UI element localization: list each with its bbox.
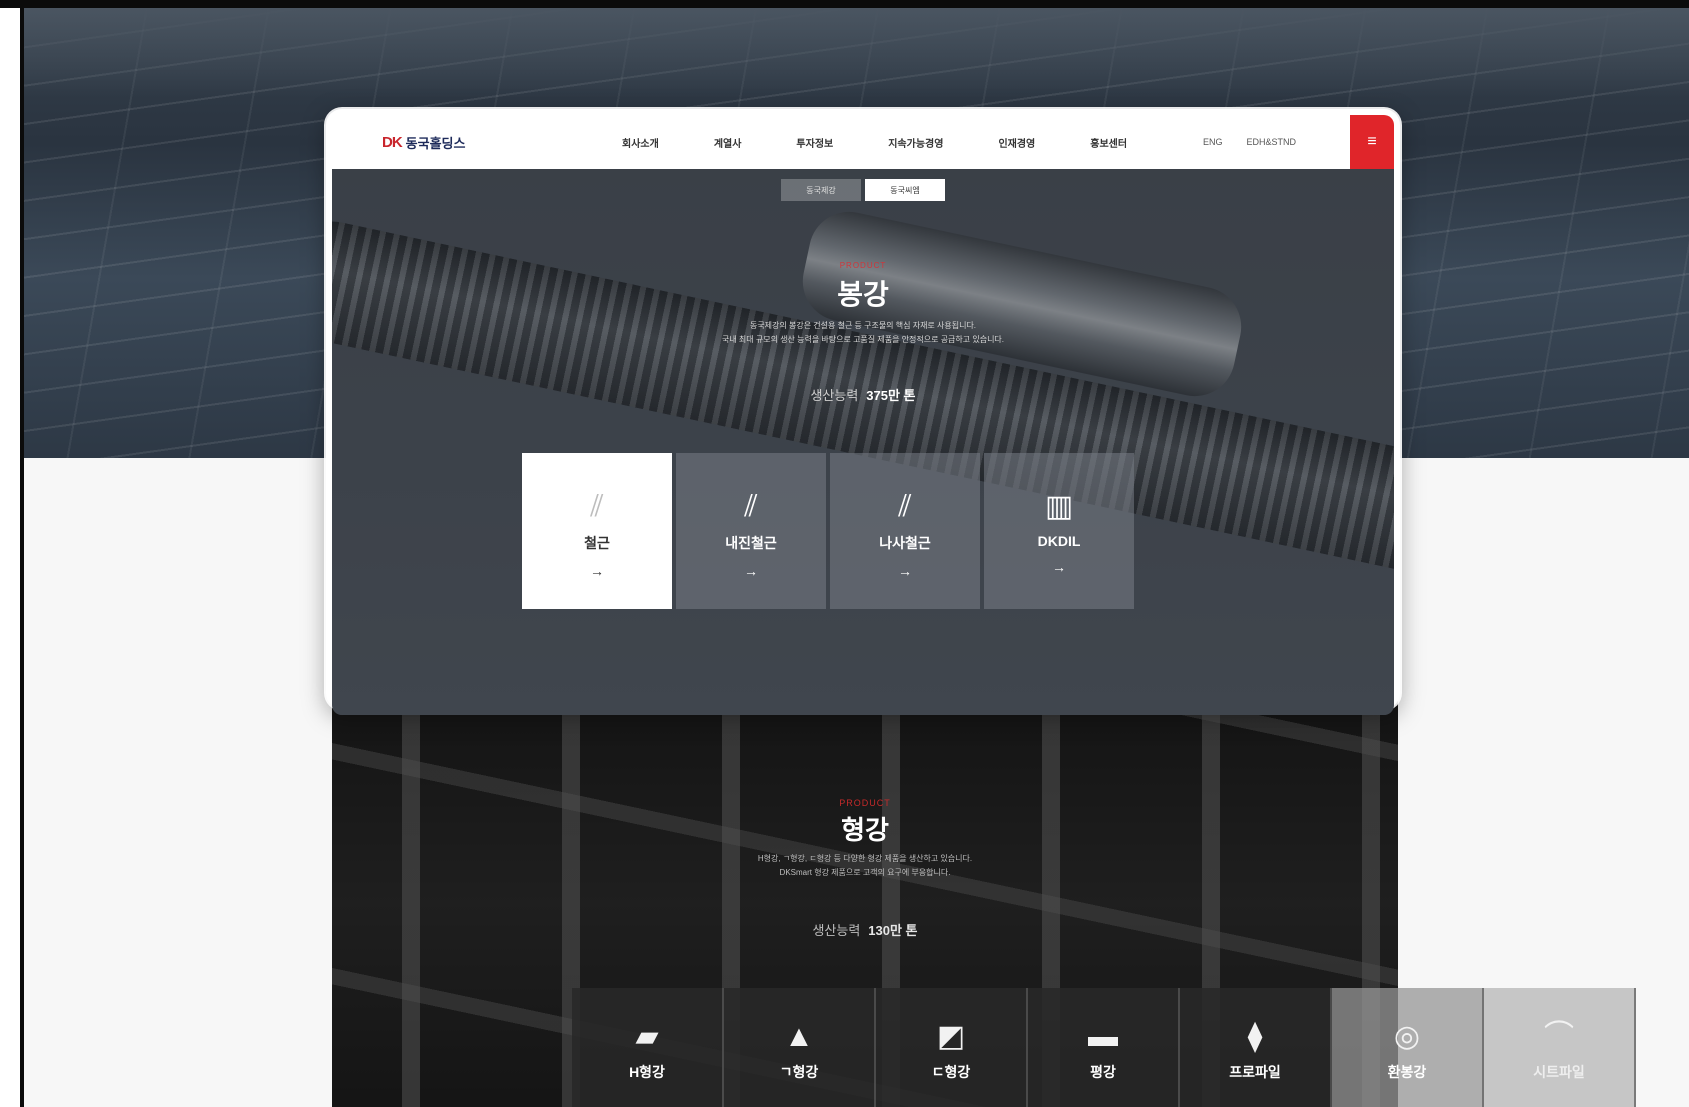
product-card-flat-bar[interactable]: ▬ 평강	[1028, 988, 1180, 1107]
nav-item-careers[interactable]: 인재경영	[998, 135, 1035, 150]
language-links: ENG EDH&STND	[1179, 115, 1296, 169]
capacity-value: 130만 톤	[868, 923, 918, 938]
product-card-screw-rebar[interactable]: ⫽ 나사철근 →	[830, 453, 980, 609]
product-card-seismic-rebar[interactable]: ⫽ 내진철근 →	[676, 453, 826, 609]
site-header: DK 동국홀딩스 회사소개 계열사 투자정보 지속가능경영 인재경영 홍보센터 …	[332, 115, 1394, 169]
description-line: H형강, ㄱ형강, ㄷ형강 등 다양한 형강 제품을 생산하고 있습니다.	[757, 854, 973, 863]
company-tabs: 동국제강 동국씨엠	[332, 179, 1394, 201]
hero-overlay	[332, 169, 1394, 715]
section-title: 형강	[841, 815, 889, 845]
screw-rebar-icon: ⫽	[898, 490, 912, 523]
nav-item-investors[interactable]: 투자정보	[796, 135, 833, 150]
product-label: 나사철근	[879, 535, 931, 551]
sheet-pile-icon: ⌒	[1544, 1020, 1574, 1053]
nav-item-sustainability[interactable]: 지속가능경영	[888, 135, 943, 150]
product-card-h-beam[interactable]: ▰ H형강	[572, 988, 724, 1107]
round-bar-icon: ◎	[1393, 1020, 1421, 1053]
menu-button[interactable]: ≡	[1350, 115, 1394, 169]
product-card-channel-steel[interactable]: ◩ ㄷ형강	[876, 988, 1028, 1107]
lang-eng-link[interactable]: ENG	[1203, 137, 1223, 147]
arrow-right-icon: →	[898, 563, 912, 579]
logo-mark: DK	[382, 133, 403, 151]
hero-title: 봉강	[837, 279, 889, 310]
product-label: 내진철근	[725, 535, 777, 551]
browser-preview-card: DK 동국홀딩스 회사소개 계열사 투자정보 지속가능경영 인재경영 홍보센터 …	[326, 109, 1400, 715]
product-label: DKDIL	[1037, 533, 1081, 549]
arrow-right-icon: →	[590, 563, 604, 579]
channel-steel-icon: ◩	[936, 1020, 966, 1053]
capacity-text: 생산능력 130만 톤	[332, 920, 1398, 939]
nav-item-affiliates[interactable]: 계열사	[714, 135, 742, 150]
product-label: ㄷ형강	[931, 1064, 971, 1080]
capacity-text: 생산능력 375만 톤	[332, 385, 1394, 404]
section-description: H형강, ㄱ형강, ㄷ형강 등 다양한 형강 제품을 생산하고 있습니다. DK…	[332, 852, 1398, 880]
arrow-right-icon: →	[1052, 559, 1066, 575]
product-label: 환봉강	[1387, 1064, 1427, 1080]
product-card-rebar[interactable]: ⫽ 철근 →	[522, 453, 672, 609]
site-logo[interactable]: DK 동국홀딩스	[382, 133, 465, 152]
hero-description: 동국제강의 봉강은 건설용 철근 등 구조물의 핵심 자재로 사용됩니다. 국내…	[332, 319, 1394, 347]
capacity-value: 375만 톤	[866, 388, 916, 403]
rebar-icon: ⫽	[590, 490, 604, 523]
shape-steel-product-list: ▰ H형강 ▲ ㄱ형강 ◩ ㄷ형강 ▬ 평강 ⧫ 프로파일 ◎ 환봉강 ⌒ 시트…	[572, 988, 1636, 1107]
product-card-coil[interactable]: ▥ DKDIL →	[984, 453, 1134, 609]
capacity-label: 생산능력	[812, 923, 861, 938]
product-label: 평강	[1090, 1064, 1116, 1080]
seismic-rebar-icon: ⫽	[744, 490, 758, 523]
hero-eyebrow: PRODUCT	[839, 261, 887, 270]
nav-item-company[interactable]: 회사소개	[622, 135, 659, 150]
product-card-round-bar[interactable]: ◎ 환봉강	[1332, 988, 1484, 1107]
coil-icon: ▥	[1044, 490, 1074, 523]
bar-steel-hero: 동국제강 동국씨엠 PRODUCT 봉강 동국제강의 봉강은 건설용 철근 등 …	[332, 169, 1394, 715]
tab-dongkuk-cm[interactable]: 동국씨엠	[865, 179, 945, 201]
logo-text: 동국홀딩스	[405, 135, 466, 151]
frame-top-border	[0, 0, 1689, 8]
description-line: 국내 최대 규모의 생산 능력을 바탕으로 고품질 제품을 안정적으로 공급하고…	[721, 335, 1005, 344]
product-card-angle-steel[interactable]: ▲ ㄱ형강	[724, 988, 876, 1107]
description-line: DKSmart 형강 제품으로 고객의 요구에 부응합니다.	[779, 868, 951, 877]
product-label: ㄱ형강	[779, 1064, 819, 1080]
product-label: 시트파일	[1533, 1064, 1585, 1080]
logo-mark-text: DK	[382, 133, 403, 151]
product-label: 프로파일	[1229, 1064, 1281, 1080]
angle-steel-icon: ▲	[784, 1020, 814, 1053]
main-nav: 회사소개 계열사 투자정보 지속가능경영 인재경영 홍보센터	[622, 115, 1182, 169]
section-eyebrow: PRODUCT	[839, 798, 891, 808]
tab-dongkuk-steel[interactable]: 동국제강	[781, 179, 861, 201]
hamburger-icon: ≡	[1367, 133, 1377, 150]
description-line: 동국제강의 봉강은 건설용 철근 등 구조물의 핵심 자재로 사용됩니다.	[749, 321, 977, 330]
capacity-label: 생산능력	[810, 388, 859, 403]
lang-other-link[interactable]: EDH&STND	[1246, 137, 1296, 147]
product-card-profile[interactable]: ⧫ 프로파일	[1180, 988, 1332, 1107]
flat-bar-icon: ▬	[1088, 1020, 1118, 1053]
h-beam-icon: ▰	[635, 1020, 659, 1053]
bar-steel-product-list: ⫽ 철근 → ⫽ 내진철근 → ⫽ 나사철근 → ▥ DKDIL →	[522, 453, 1138, 609]
arrow-right-icon: →	[744, 563, 758, 579]
product-label: H형강	[629, 1064, 665, 1080]
profile-icon: ⧫	[1247, 1020, 1263, 1053]
nav-item-pr-center[interactable]: 홍보센터	[1090, 135, 1127, 150]
product-label: 철근	[584, 535, 610, 551]
product-card-sheet-pile[interactable]: ⌒ 시트파일	[1484, 988, 1636, 1107]
